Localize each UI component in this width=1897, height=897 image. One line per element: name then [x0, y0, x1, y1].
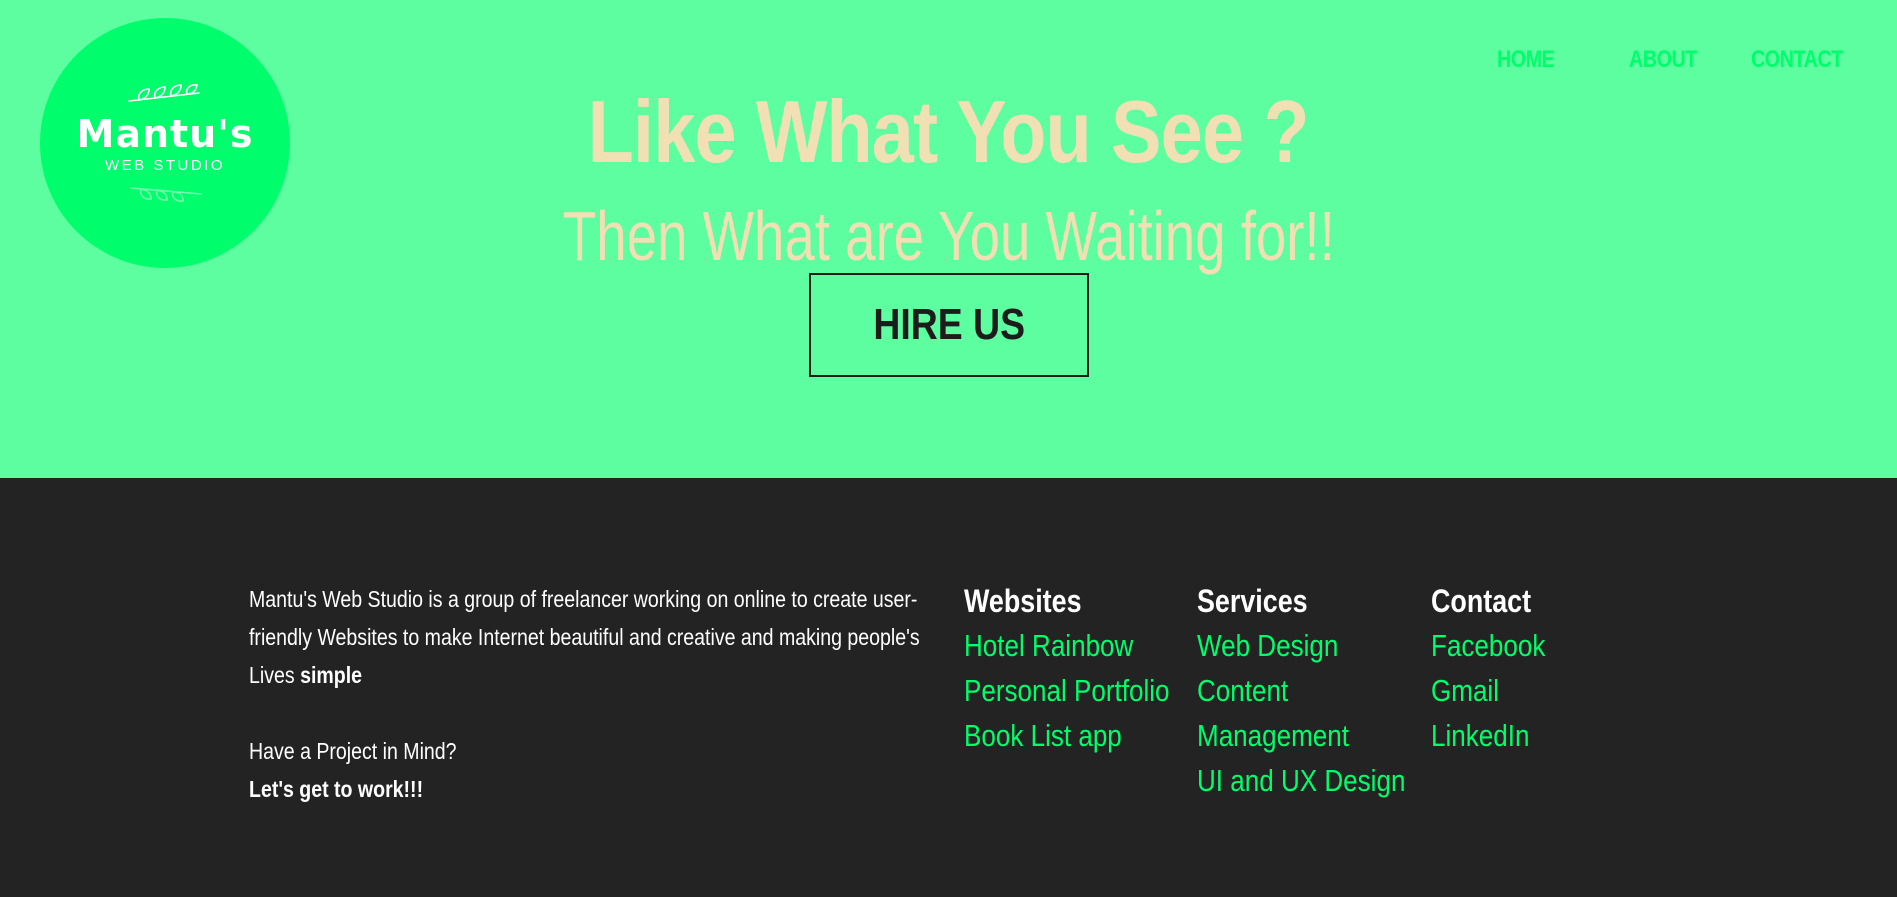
link-ui-ux-design[interactable]: UI and UX Design — [1197, 758, 1405, 803]
hire-us-label: HIRE US — [873, 300, 1025, 349]
nav-home[interactable]: HOME — [1497, 40, 1555, 80]
project-question: Have a Project in Mind? — [249, 738, 457, 764]
column-heading: Websites — [964, 583, 1082, 619]
about-text: Mantu's Web Studio is a group of freelan… — [249, 580, 939, 694]
footer-column-websites: Websites Hotel Rainbow Personal Portfoli… — [964, 579, 1209, 758]
hero-headline: Like What You See ? — [0, 80, 1897, 184]
hero-subheadline: Then What are You Waiting for!! — [0, 196, 1897, 276]
page: Mantu's WEB STUDIO HOME ABOUT CONTACT Li… — [0, 0, 1897, 897]
footer-column-contact: Contact Facebook Gmail LinkedIn — [1431, 579, 1567, 758]
link-gmail[interactable]: Gmail — [1431, 668, 1545, 713]
link-web-design[interactable]: Web Design — [1197, 623, 1405, 668]
link-hotel-rainbow[interactable]: Hotel Rainbow — [964, 623, 1170, 668]
about-text-bold: simple — [300, 662, 363, 688]
footer: Mantu's Web Studio is a group of freelan… — [0, 478, 1897, 897]
hire-us-button[interactable]: HIRE US — [809, 273, 1089, 377]
hero-section: Mantu's WEB STUDIO HOME ABOUT CONTACT Li… — [0, 0, 1897, 478]
column-heading: Services — [1197, 583, 1308, 619]
link-book-list-app[interactable]: Book List app — [964, 713, 1170, 758]
hero-headline-text: Like What You See ? — [587, 82, 1310, 181]
link-personal-portfolio[interactable]: Personal Portfolio — [964, 668, 1170, 713]
column-heading: Contact — [1431, 583, 1532, 619]
main-nav: HOME ABOUT CONTACT — [0, 40, 1897, 80]
hero-subheadline-text: Then What are You Waiting for!! — [562, 197, 1335, 275]
about-block: Mantu's Web Studio is a group of freelan… — [249, 580, 939, 808]
link-management[interactable]: Management — [1197, 713, 1405, 758]
nav-about[interactable]: ABOUT — [1629, 40, 1697, 80]
project-cta-text: Let's get to work!!! — [249, 776, 424, 802]
nav-contact[interactable]: CONTACT — [1751, 40, 1843, 80]
project-cta: Let's get to work!!! — [249, 770, 939, 808]
link-linkedin[interactable]: LinkedIn — [1431, 713, 1545, 758]
link-content[interactable]: Content — [1197, 668, 1405, 713]
link-facebook[interactable]: Facebook — [1431, 623, 1545, 668]
footer-column-services: Services Web Design Content Management U… — [1197, 579, 1445, 803]
